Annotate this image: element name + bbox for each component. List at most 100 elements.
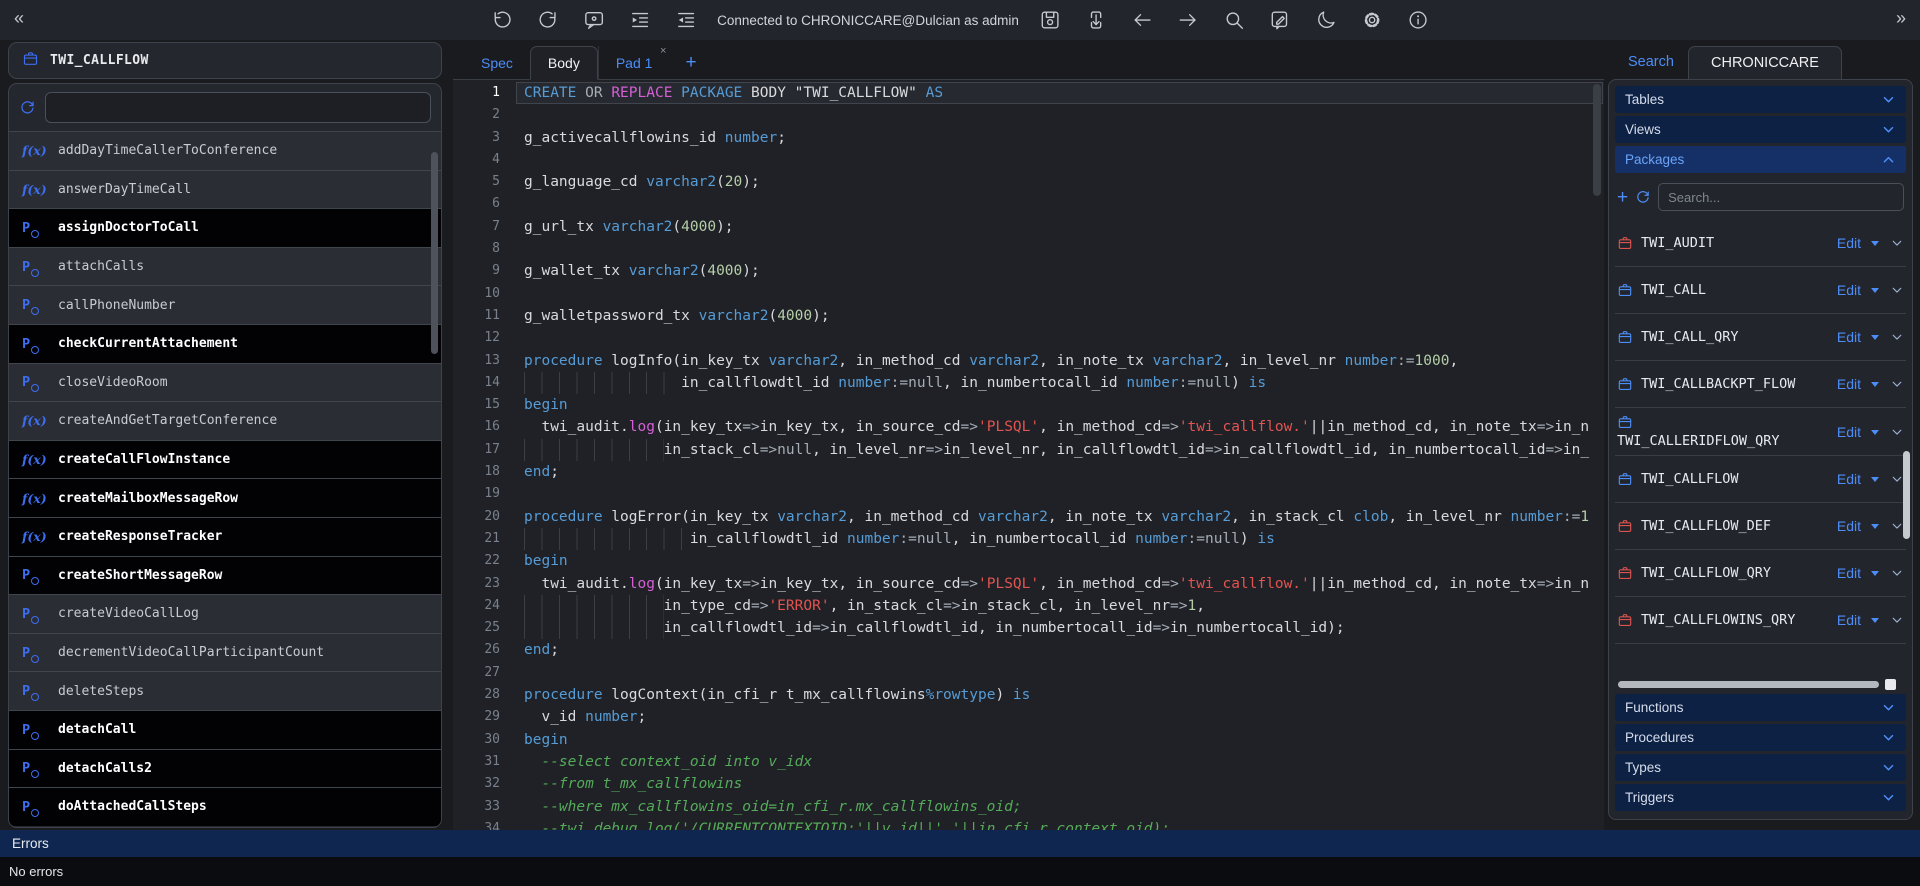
- expand-package-chevron-icon[interactable]: [1890, 377, 1904, 391]
- sidebar-item-createCallFlowInstance[interactable]: f(x) createCallFlowInstance: [9, 439, 441, 479]
- edit-dropdown-caret-icon[interactable]: [1871, 288, 1879, 297]
- code-line-33: 33 --where mx_callflowins_oid=in_cfi_r.m…: [453, 796, 1604, 818]
- edit-dropdown-caret-icon[interactable]: [1871, 524, 1879, 533]
- vertical-scrollbar-thumb[interactable]: [1903, 451, 1910, 539]
- outdent-icon[interactable]: [675, 9, 697, 31]
- edit-package-button[interactable]: Edit: [1837, 329, 1861, 345]
- edit-package-button[interactable]: Edit: [1837, 376, 1861, 392]
- section-header-triggers[interactable]: Triggers: [1615, 784, 1906, 811]
- edit-package-button[interactable]: Edit: [1837, 235, 1861, 251]
- collapse-left-icon[interactable]: «: [14, 8, 24, 29]
- redo-icon[interactable]: [537, 9, 559, 31]
- expand-package-chevron-icon[interactable]: [1890, 566, 1904, 580]
- sidebar-item-createShortMessageRow[interactable]: PcreateShortMessageRow: [9, 555, 441, 595]
- sidebar-item-createMailboxMessageRow[interactable]: f(x) createMailboxMessageRow: [9, 478, 441, 517]
- edit-dropdown-caret-icon[interactable]: [1871, 477, 1879, 486]
- member-filter-input[interactable]: [45, 92, 431, 123]
- package-row-TWI_CALLFLOWINS_QRY: TWI_CALLFLOWINS_QRY Edit: [1615, 597, 1906, 644]
- sidebar-item-decrementVideoCallParticipantCount[interactable]: PdecrementVideoCallParticipantCount: [9, 632, 441, 672]
- sidebar-item-callPhoneNumber[interactable]: PcallPhoneNumber: [9, 285, 441, 324]
- search-icon[interactable]: [1223, 9, 1245, 31]
- section-header-tables[interactable]: Tables: [1615, 86, 1906, 113]
- line-number: 17: [484, 441, 500, 457]
- expand-package-chevron-icon[interactable]: [1890, 519, 1904, 533]
- sidebar-item-doAttachedCallSteps[interactable]: PdoAttachedCallSteps: [9, 787, 441, 826]
- annotate-icon[interactable]: [1269, 9, 1291, 31]
- expand-package-chevron-icon[interactable]: [1890, 283, 1904, 297]
- edit-dropdown-caret-icon[interactable]: [1871, 571, 1879, 580]
- errors-panel-header[interactable]: Errors: [0, 830, 1920, 857]
- back-icon[interactable]: [1131, 9, 1153, 31]
- refresh-icon[interactable]: [19, 99, 36, 116]
- expand-package-chevron-icon[interactable]: [1890, 425, 1904, 439]
- expand-package-chevron-icon[interactable]: [1890, 613, 1904, 627]
- indent-icon[interactable]: [629, 9, 651, 31]
- expand-package-chevron-icon[interactable]: [1890, 330, 1904, 344]
- edit-package-button[interactable]: Edit: [1837, 565, 1861, 581]
- sidebar-item-createResponseTracker[interactable]: f(x) createResponseTracker: [9, 516, 441, 556]
- editor-tab-pad-1[interactable]: Pad 1 ×: [597, 46, 670, 79]
- edit-dropdown-caret-icon[interactable]: [1871, 429, 1879, 439]
- line-number: 25: [484, 620, 500, 636]
- export-file-icon[interactable]: [1085, 9, 1107, 31]
- sidebar-item-deleteSteps[interactable]: PdeleteSteps: [9, 671, 441, 710]
- code-line-15: 15 begin: [453, 394, 1604, 416]
- edit-package-button[interactable]: Edit: [1837, 612, 1861, 628]
- sidebar-item-createVideoCallLog[interactable]: PcreateVideoCallLog: [9, 594, 441, 633]
- sidebar-item-createAndGetTargetConference[interactable]: f(x) createAndGetTargetConference: [9, 401, 441, 440]
- sidebar-item-attachCalls[interactable]: PattachCalls: [9, 246, 441, 286]
- procedure-icon: P: [22, 683, 49, 702]
- procedure-icon: P: [22, 259, 49, 277]
- edit-dropdown-caret-icon[interactable]: [1871, 618, 1879, 627]
- tab-search[interactable]: Search: [1628, 54, 1674, 70]
- sidebar-item-checkCurrentAttachement[interactable]: PcheckCurrentAttachement: [9, 323, 441, 363]
- editor-tab-spec[interactable]: Spec: [464, 46, 530, 79]
- horizontal-scrollbar-thumb[interactable]: [1618, 681, 1879, 688]
- section-header-types[interactable]: Types: [1615, 754, 1906, 781]
- edit-dropdown-caret-icon[interactable]: [1871, 241, 1879, 250]
- sidebar-item-detachCall[interactable]: PdetachCall: [9, 709, 441, 749]
- edit-dropdown-caret-icon[interactable]: [1871, 335, 1879, 344]
- sidebar-item-detachCalls2[interactable]: PdetachCalls2: [9, 748, 441, 788]
- edit-package-button[interactable]: Edit: [1837, 282, 1861, 298]
- collapse-right-icon[interactable]: »: [1896, 8, 1906, 29]
- edit-package-button[interactable]: Edit: [1837, 424, 1861, 440]
- code-editor[interactable]: 1 CREATE OR REPLACE PACKAGE BODY "TWI_CAL…: [453, 80, 1604, 830]
- section-header-views[interactable]: Views: [1615, 116, 1906, 143]
- code-line-32: 32 --from t_mx_callflowins: [453, 773, 1604, 795]
- close-tab-icon[interactable]: ×: [660, 46, 666, 57]
- expand-package-chevron-icon[interactable]: [1890, 236, 1904, 250]
- add-package-button[interactable]: +: [1617, 188, 1628, 207]
- new-tab-button[interactable]: +: [669, 46, 712, 79]
- sidebar-item-addDayTimeCallerToConference[interactable]: f(x) addDayTimeCallerToConference: [9, 131, 441, 170]
- code-line-2: 2: [453, 104, 1604, 126]
- expand-package-chevron-icon[interactable]: [1890, 472, 1904, 486]
- package-name: TWI_AUDIT: [1641, 235, 1715, 251]
- scrollbar-thumb[interactable]: [431, 152, 438, 354]
- section-header-procedures[interactable]: Procedures: [1615, 724, 1906, 751]
- package-member-panel: f(x) addDayTimeCallerToConference f(x) answ…: [8, 83, 442, 828]
- refresh-packages-icon[interactable]: [1635, 189, 1651, 205]
- section-header-packages[interactable]: Packages: [1615, 146, 1906, 173]
- undo-icon[interactable]: [491, 9, 513, 31]
- edit-package-button[interactable]: Edit: [1837, 471, 1861, 487]
- edit-package-button[interactable]: Edit: [1837, 518, 1861, 534]
- tab-chroniccare[interactable]: CHRONICCARE: [1688, 46, 1842, 80]
- edit-dropdown-caret-icon[interactable]: [1871, 382, 1879, 391]
- member-label: attachCalls: [58, 259, 145, 275]
- comments-icon[interactable]: [583, 9, 605, 31]
- forward-icon[interactable]: [1177, 9, 1199, 31]
- save-icon[interactable]: [1039, 9, 1061, 31]
- section-label: Procedures: [1625, 730, 1695, 745]
- line-number: 26: [484, 642, 500, 658]
- package-search-input[interactable]: [1658, 183, 1904, 211]
- dark-mode-icon[interactable]: [1315, 9, 1337, 31]
- settings-icon[interactable]: [1361, 9, 1383, 31]
- info-icon[interactable]: [1407, 9, 1429, 31]
- sidebar-item-assignDoctorToCall[interactable]: PassignDoctorToCall: [9, 208, 441, 247]
- sidebar-item-closeVideoRoom[interactable]: PcloseVideoRoom: [9, 362, 441, 402]
- member-label: createVideoCallLog: [58, 606, 199, 622]
- section-header-functions[interactable]: Functions: [1615, 694, 1906, 721]
- sidebar-item-answerDayTimeCall[interactable]: f(x) answerDayTimeCall: [9, 169, 441, 209]
- editor-tab-body[interactable]: Body: [529, 46, 598, 80]
